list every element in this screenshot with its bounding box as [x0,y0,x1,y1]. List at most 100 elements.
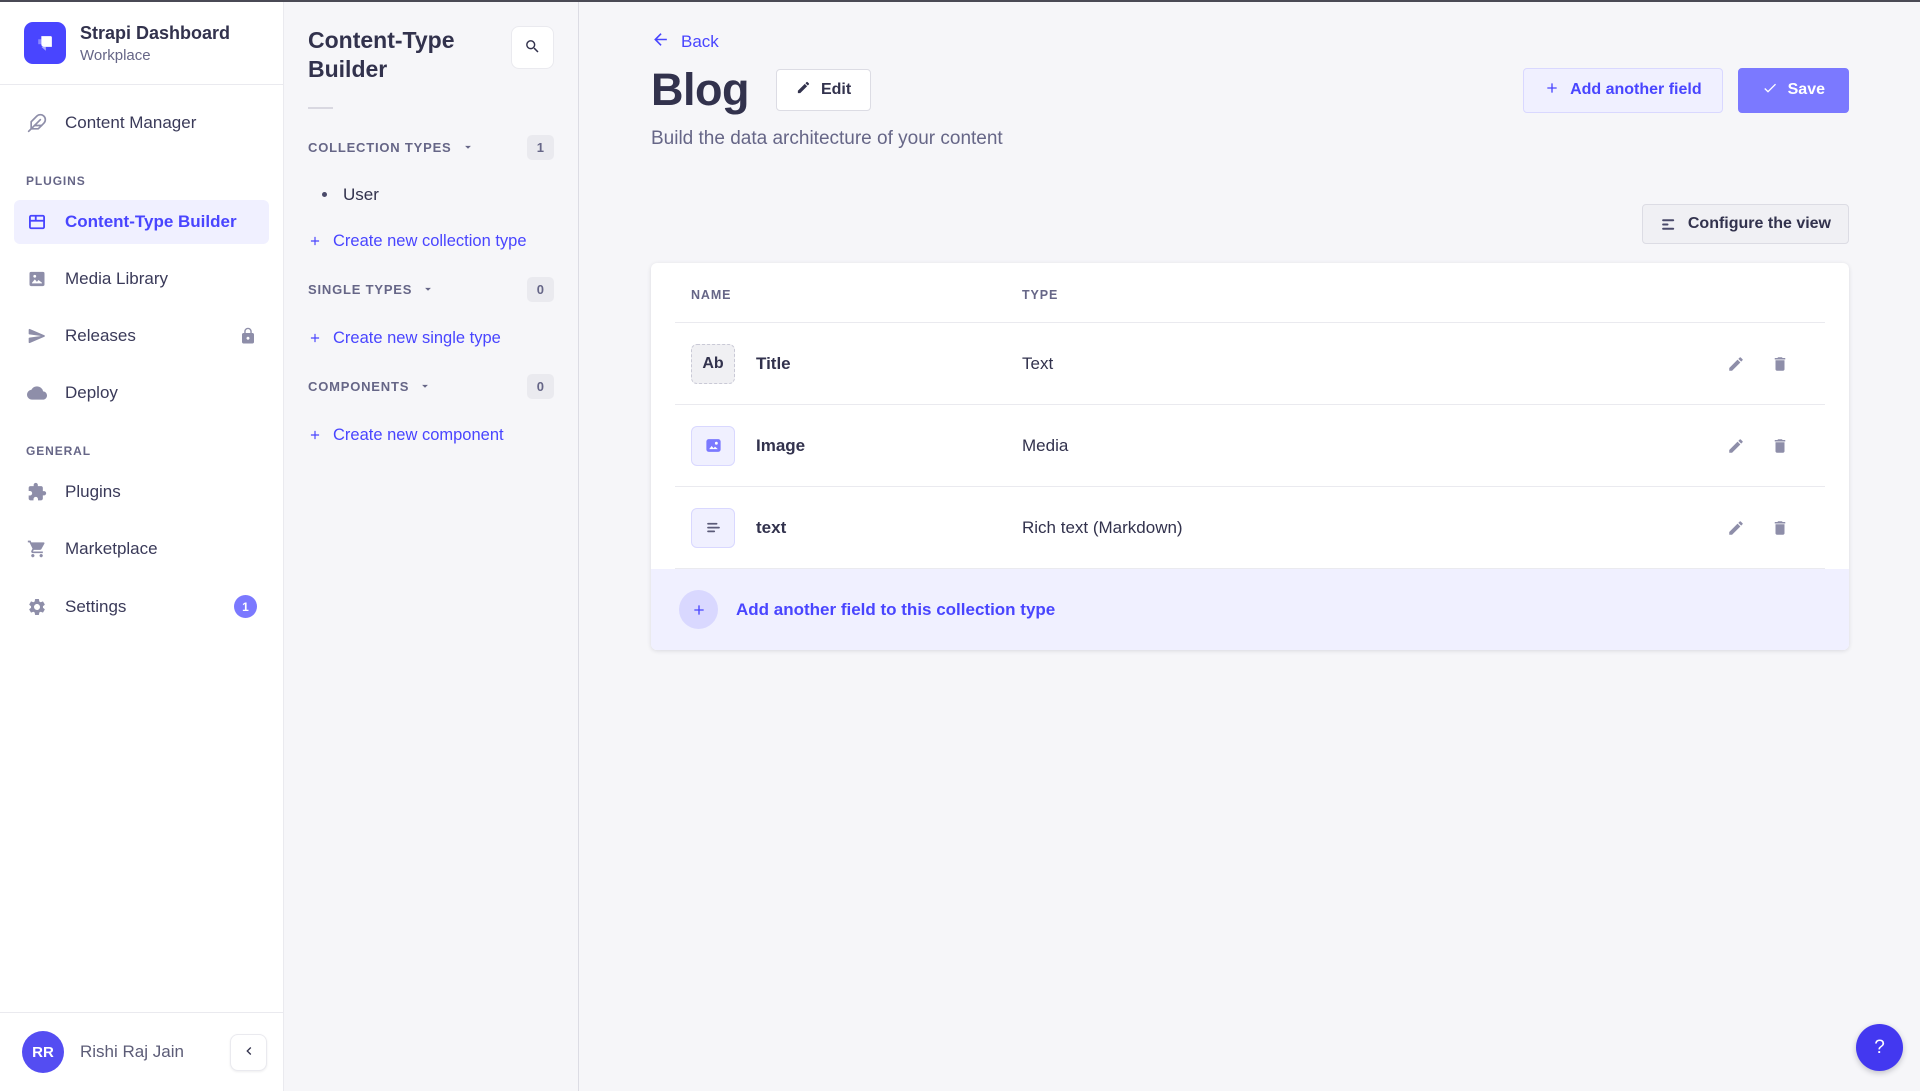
single-types-label: SINGLE TYPES [308,282,412,297]
field-name: Title [756,354,791,374]
bullet-icon [322,192,327,197]
question-mark-icon: ? [1874,1037,1885,1059]
text-field-icon: Ab [691,344,735,384]
fields-table-card: NAME TYPE Ab Title Text [651,263,1849,650]
pencil-icon [1727,437,1745,455]
primary-sidebar: Strapi Dashboard Workplace Content Manag… [0,0,284,1091]
save-button[interactable]: Save [1738,68,1849,113]
back-link[interactable]: Back [651,30,719,54]
sidebar-collapse-button[interactable] [230,1034,267,1071]
window-top-edge [0,0,1920,2]
column-header-name: NAME [691,288,1022,302]
collection-types-toggle[interactable]: COLLECTION TYPES 1 [308,135,554,160]
edit-button[interactable]: Edit [776,69,871,111]
gear-icon [26,596,48,618]
field-name: Image [756,436,805,456]
plus-icon [308,331,322,345]
configure-view-label: Configure the view [1688,215,1831,233]
align-lines-icon [1660,216,1677,233]
sidebar-nav: Content Manager PLUGINS Content-Type Bui… [0,85,283,1012]
add-field-footer-button[interactable]: Add another field to this collection typ… [651,569,1849,650]
sidebar-item-plugins[interactable]: Plugins [14,470,269,514]
divider [308,107,333,109]
user-name: Rishi Raj Jain [80,1042,184,1062]
sidebar-item-label: Marketplace [65,539,158,559]
strapi-logo-icon [24,22,66,64]
page-title: Blog [651,64,749,116]
sidebar-item-content-manager[interactable]: Content Manager [14,101,269,145]
check-icon [1762,80,1778,101]
collection-types-label: COLLECTION TYPES [308,140,452,155]
edit-field-button[interactable] [1727,519,1745,537]
pencil-icon [1727,355,1745,373]
user-area: RR Rishi Raj Jain [0,1012,283,1091]
chevron-down-icon [461,140,475,154]
delete-field-button[interactable] [1771,519,1789,537]
sidebar-item-deploy[interactable]: Deploy [14,371,269,415]
create-single-type-link[interactable]: Create new single type [308,329,554,348]
cloud-icon [26,382,48,404]
collection-type-label: User [343,185,379,205]
sidebar-section-plugins: PLUGINS [26,174,257,188]
lock-icon [239,327,257,345]
plus-icon [308,234,322,248]
sidebar-item-label: Media Library [65,269,168,289]
chevron-left-icon [241,1043,257,1062]
single-types-toggle[interactable]: SINGLE TYPES 0 [308,277,554,302]
sidebar-item-releases[interactable]: Releases [14,314,269,358]
delete-field-button[interactable] [1771,355,1789,373]
plus-icon [1544,80,1560,101]
pencil-icon [796,80,811,100]
edit-field-button[interactable] [1727,355,1745,373]
sidebar-item-label: Deploy [65,383,118,403]
create-component-link[interactable]: Create new component [308,426,554,445]
field-type: Media [1022,436,1727,456]
layout-grid-icon [26,211,48,233]
page-subtitle: Build the data architecture of your cont… [651,128,1849,150]
workspace-brand[interactable]: Strapi Dashboard Workplace [0,0,283,85]
create-collection-type-link[interactable]: Create new collection type [308,232,554,251]
chevron-down-icon [421,282,435,296]
panel-title: Content-Type Builder [308,26,473,85]
media-field-icon [691,426,735,466]
search-button[interactable] [511,26,554,69]
paper-plane-icon [26,325,48,347]
search-icon [524,38,541,58]
components-label: COMPONENTS [308,379,409,394]
add-another-field-button[interactable]: Add another field [1523,68,1723,113]
edit-field-button[interactable] [1727,437,1745,455]
richtext-field-icon [691,508,735,548]
delete-field-button[interactable] [1771,437,1789,455]
sidebar-section-general: GENERAL [26,444,257,458]
help-button[interactable]: ? [1856,1024,1903,1071]
components-toggle[interactable]: COMPONENTS 0 [308,374,554,399]
settings-notification-badge: 1 [234,595,257,618]
sidebar-item-media-library[interactable]: Media Library [14,257,269,301]
sidebar-item-content-type-builder[interactable]: Content-Type Builder [14,200,269,244]
sidebar-item-settings[interactable]: Settings 1 [14,584,269,629]
trash-icon [1771,519,1789,537]
configure-view-button[interactable]: Configure the view [1642,204,1849,244]
chevron-down-icon [418,379,432,393]
column-header-type: TYPE [1022,288,1809,302]
create-single-type-label: Create new single type [333,329,501,348]
edit-label: Edit [821,81,851,99]
sidebar-item-label: Releases [65,326,136,346]
save-label: Save [1788,81,1825,99]
trash-icon [1771,355,1789,373]
table-row: text Rich text (Markdown) [675,487,1825,569]
back-arrow-icon [651,30,670,54]
main-content: Back Blog Edit Add another field [579,0,1920,1091]
puzzle-icon [26,481,48,503]
sidebar-item-label: Plugins [65,482,121,502]
create-collection-type-label: Create new collection type [333,232,527,251]
collection-type-item-user[interactable]: User [322,185,554,205]
table-row: Image Media [675,405,1825,487]
field-type: Rich text (Markdown) [1022,518,1727,538]
avatar[interactable]: RR [22,1031,64,1073]
field-type: Text [1022,354,1727,374]
sidebar-item-marketplace[interactable]: Marketplace [14,527,269,571]
workspace-title: Strapi Dashboard [80,23,230,44]
collection-types-count: 1 [527,135,554,160]
add-another-field-label: Add another field [1570,81,1702,99]
